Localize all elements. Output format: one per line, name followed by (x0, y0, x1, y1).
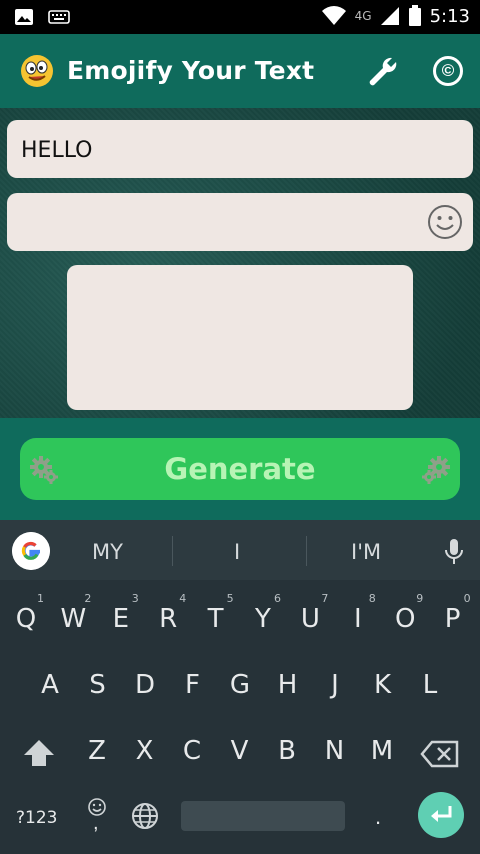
key-p[interactable]: P0 (433, 592, 473, 634)
text-input[interactable]: HELLO (7, 120, 473, 178)
key-f[interactable]: F (173, 670, 213, 700)
app-logo-emoji-icon (21, 55, 53, 87)
comma-label: , (93, 812, 99, 834)
key-label: T (207, 604, 224, 634)
key-label: E (112, 604, 130, 634)
key-label: U (300, 604, 320, 634)
emoji-comma-key[interactable]: , (86, 796, 108, 836)
key-t[interactable]: T5 (196, 592, 236, 634)
enter-button[interactable] (418, 792, 464, 838)
enter-icon (431, 806, 452, 822)
image-notification-icon (15, 9, 33, 25)
key-v[interactable]: V (220, 736, 260, 766)
key-k[interactable]: K (363, 670, 403, 700)
suggestion-2[interactable]: I (234, 540, 240, 564)
copyright-icon[interactable]: © (433, 56, 463, 86)
smiley-icon[interactable] (427, 204, 463, 240)
key-label: Y (255, 604, 271, 634)
key-s[interactable]: S (78, 670, 118, 700)
key-number-hint: 8 (368, 592, 376, 605)
key-number-hint: 9 (416, 592, 424, 605)
key-a[interactable]: A (30, 670, 70, 700)
suggestion-3[interactable]: I'M (351, 540, 381, 564)
key-n[interactable]: N (315, 736, 355, 766)
globe-icon[interactable] (130, 801, 160, 831)
key-i[interactable]: I8 (338, 592, 378, 634)
space-bar[interactable] (181, 801, 345, 831)
generate-label: Generate (164, 452, 316, 486)
key-u[interactable]: U7 (290, 592, 330, 634)
soft-keyboard: MY I I'M ?123 , . Q 1 W 2 E 3 R 4 T 5 Y … (0, 520, 480, 854)
shift-icon[interactable] (22, 738, 56, 768)
key-q[interactable]: Q1 (6, 592, 46, 634)
key-r[interactable]: R4 (148, 592, 188, 634)
key-w[interactable]: W2 (53, 592, 93, 634)
key-m[interactable]: M (362, 736, 402, 766)
key-number-hint: 4 (179, 592, 187, 605)
key-label: I (353, 604, 362, 634)
key-number-hint: 5 (226, 592, 234, 605)
key-b[interactable]: B (267, 736, 307, 766)
key-e[interactable]: E3 (101, 592, 141, 634)
gear-icon (422, 456, 450, 484)
key-number-hint: 2 (84, 592, 92, 605)
key-c[interactable]: C (172, 736, 212, 766)
microphone-icon[interactable] (442, 537, 466, 567)
key-label: O (394, 604, 416, 634)
output-box[interactable] (67, 265, 413, 410)
key-y[interactable]: Y6 (243, 592, 283, 634)
key-j[interactable]: J (315, 670, 355, 700)
wrench-icon[interactable] (366, 54, 400, 88)
google-icon[interactable] (12, 532, 50, 570)
suggestion-1[interactable]: MY (92, 540, 123, 564)
divider (306, 536, 307, 566)
divider (172, 536, 173, 566)
key-number-hint: 6 (274, 592, 281, 605)
emoji-input[interactable] (7, 193, 473, 251)
key-g[interactable]: G (220, 670, 260, 700)
key-label: Q (15, 604, 37, 634)
key-label: W (60, 604, 87, 634)
key-label: P (444, 604, 461, 634)
key-number-hint: 1 (37, 592, 44, 605)
key-number-hint: 7 (321, 592, 329, 605)
numbers-key[interactable]: ?123 (16, 808, 57, 828)
battery-icon (408, 5, 421, 26)
key-h[interactable]: H (268, 670, 308, 700)
keyboard-notification-icon (48, 10, 70, 24)
key-l[interactable]: L (410, 670, 450, 700)
key-x[interactable]: X (125, 736, 165, 766)
signal-icon (380, 7, 399, 25)
generate-button[interactable]: Generate (20, 438, 460, 500)
backspace-icon[interactable] (420, 740, 460, 768)
app-title: Emojify Your Text (67, 56, 315, 85)
clock: 5:13 (429, 5, 470, 27)
suggestion-strip: MY I I'M (0, 520, 480, 580)
key-label: R (159, 604, 178, 634)
network-type: 4G (354, 9, 372, 23)
period-key[interactable]: . (375, 804, 381, 830)
key-o[interactable]: O9 (385, 592, 425, 634)
key-d[interactable]: D (125, 670, 165, 700)
key-z[interactable]: Z (77, 736, 117, 766)
wifi-icon (321, 6, 346, 26)
status-bar: 4G 5:13 (0, 0, 480, 34)
app-bar: Emojify Your Text © (0, 34, 480, 108)
key-number-hint: 3 (131, 592, 139, 605)
text-input-value: HELLO (21, 138, 93, 163)
key-number-hint: 0 (463, 592, 471, 605)
